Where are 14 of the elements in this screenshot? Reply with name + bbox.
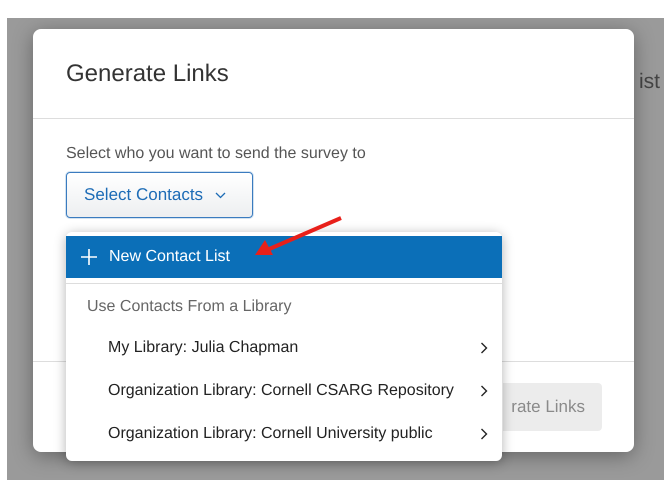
plus-icon <box>81 249 97 265</box>
chevron-right-icon <box>480 384 488 396</box>
chevron-down-icon <box>215 192 226 198</box>
chevron-right-icon <box>480 428 488 440</box>
menu-item[interactable]: My Library: Julia Chapman <box>108 338 480 356</box>
background-text: ist <box>639 70 660 94</box>
select-contacts-dropdown[interactable]: Select Contacts <box>66 172 253 218</box>
chevron-right-icon <box>480 342 488 354</box>
menu-item[interactable]: Organization Library: Cornell University public <box>108 424 480 442</box>
menu-section-header: Use Contacts From a Library <box>66 283 502 326</box>
prompt-text: Select who you want to send the survey to <box>66 145 366 163</box>
menu-item[interactable]: New Contact List <box>66 236 502 278</box>
dialog-title: Generate Links <box>66 60 229 88</box>
menu-item[interactable]: Organization Library: Cornell CSARG Repository <box>108 382 480 400</box>
